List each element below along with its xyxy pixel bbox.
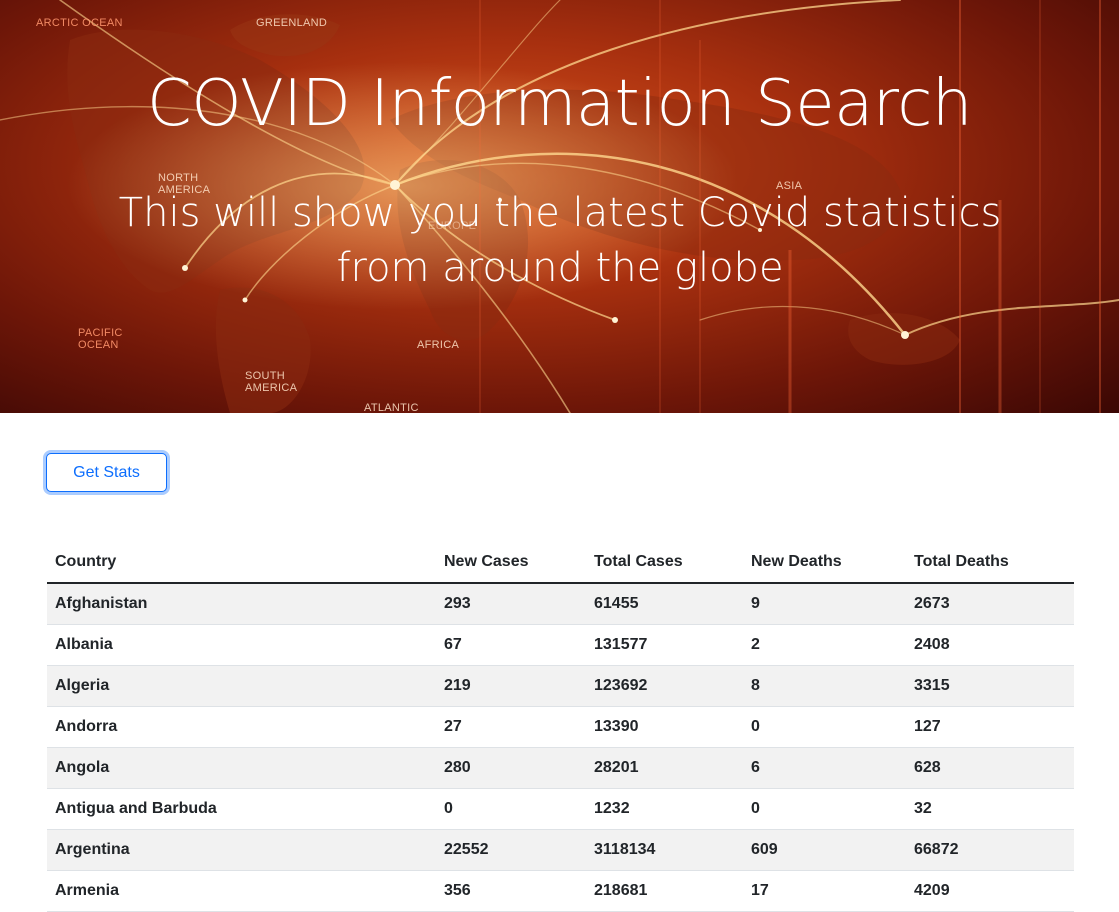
map-label-greenland: Greenland (256, 17, 328, 29)
table-row: Argentina 22552 3118134 609 66872 (47, 829, 1074, 871)
cell-total-cases: 61455 (586, 583, 743, 625)
table-row: Armenia 356 218681 17 4209 (47, 870, 1074, 912)
cell-total-deaths: 32 (906, 788, 1074, 830)
cell-total-cases: 28201 (586, 747, 743, 789)
cell-new-cases: 67 (436, 624, 586, 666)
table-header: Country New Cases Total Cases New Deaths Tot… (47, 542, 1074, 584)
cell-new-deaths: 0 (743, 706, 906, 748)
page-subtitle: This will show you the latest Covid stat… (118, 190, 1002, 291)
cell-total-cases: 131577 (586, 624, 743, 666)
cell-total-deaths: 2408 (906, 624, 1074, 666)
cell-country: Albania (47, 624, 436, 666)
map-label-atlantic: Atlantic (364, 402, 419, 413)
cell-new-deaths: 609 (743, 829, 906, 871)
table-row: Algeria 219 123692 8 3315 (47, 665, 1074, 707)
cell-new-cases: 293 (436, 583, 586, 625)
column-header-total-deaths: Total Deaths (906, 542, 1074, 584)
table-row: Angola 280 28201 6 628 (47, 747, 1074, 789)
cell-total-cases: 3118134 (586, 829, 743, 871)
cell-new-cases: 0 (436, 788, 586, 830)
map-label-arctic-ocean: Arctic Ocean (36, 17, 123, 29)
table-row: Afghanistan 293 61455 9 2673 (47, 583, 1074, 625)
map-label-pacific-ocean: Pacific Ocean (78, 327, 123, 351)
cell-total-cases: 13390 (586, 706, 743, 748)
cell-country: Afghanistan (47, 583, 436, 625)
cell-country: Armenia (47, 870, 436, 912)
cell-total-cases: 123692 (586, 665, 743, 707)
table-body: Afghanistan 293 61455 9 2673 Albania 67 131577 2… (47, 583, 1074, 912)
map-label-africa: Africa (417, 339, 460, 351)
cell-new-deaths: 0 (743, 788, 906, 830)
column-header-country: Country (47, 542, 436, 584)
cell-new-deaths: 2 (743, 624, 906, 666)
cell-total-deaths: 66872 (906, 829, 1074, 871)
cell-new-cases: 356 (436, 870, 586, 912)
table-row: Andorra 27 13390 0 127 (47, 706, 1074, 748)
column-header-total-cases: Total Cases (586, 542, 743, 584)
cell-country: Angola (47, 747, 436, 789)
cell-new-cases: 27 (436, 706, 586, 748)
cell-country: Andorra (47, 706, 436, 748)
cell-country: Antigua and Barbuda (47, 788, 436, 830)
cell-total-deaths: 3315 (906, 665, 1074, 707)
cell-new-cases: 219 (436, 665, 586, 707)
cell-total-cases: 1232 (586, 788, 743, 830)
map-label-south-america: South America (245, 370, 298, 394)
cell-new-cases: 280 (436, 747, 586, 789)
cell-new-deaths: 17 (743, 870, 906, 912)
cell-new-deaths: 6 (743, 747, 906, 789)
cell-total-deaths: 4209 (906, 870, 1074, 912)
cell-total-deaths: 127 (906, 706, 1074, 748)
hero-banner: Arctic Ocean Greenland North America Asi… (0, 0, 1119, 413)
cell-new-cases: 22552 (436, 829, 586, 871)
table-header-row: Country New Cases Total Cases New Deaths Tot… (47, 542, 1074, 584)
get-stats-button[interactable]: Get Stats (46, 453, 167, 492)
cell-total-deaths: 628 (906, 747, 1074, 789)
cell-country: Argentina (47, 829, 436, 871)
cell-new-deaths: 9 (743, 583, 906, 625)
cell-country: Algeria (47, 665, 436, 707)
page-title: COVID Information Search (147, 67, 972, 141)
cell-total-deaths: 2673 (906, 583, 1074, 625)
table-row: Albania 67 131577 2 2408 (47, 624, 1074, 666)
covid-stats-table: Country New Cases Total Cases New Deaths Tot… (47, 542, 1074, 912)
column-header-new-deaths: New Deaths (743, 542, 906, 584)
cell-total-cases: 218681 (586, 870, 743, 912)
cell-new-deaths: 8 (743, 665, 906, 707)
column-header-new-cases: New Cases (436, 542, 586, 584)
table-row: Antigua and Barbuda 0 1232 0 32 (47, 788, 1074, 830)
